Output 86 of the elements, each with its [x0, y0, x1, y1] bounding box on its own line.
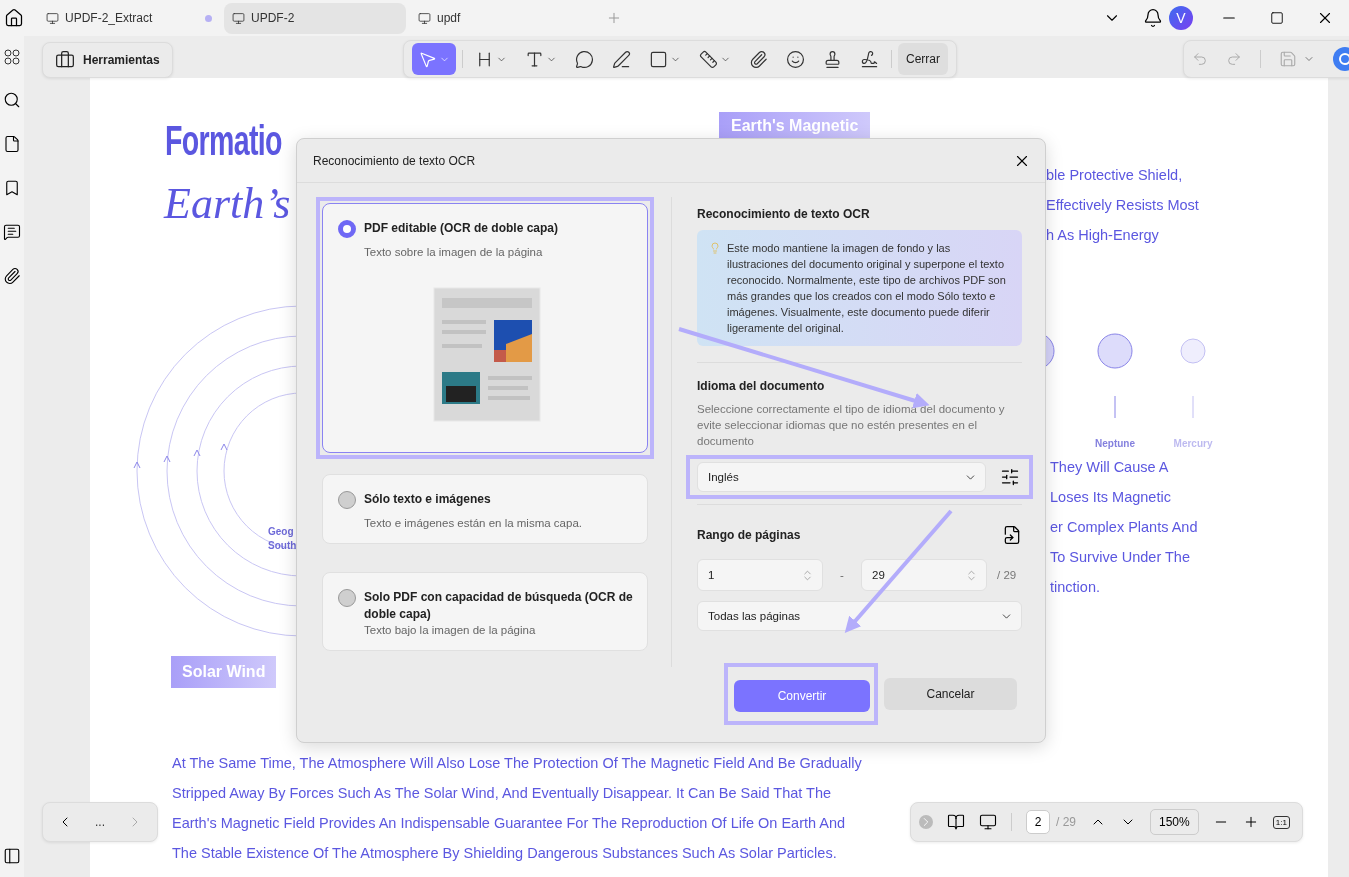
to-page-field[interactable]: 29	[861, 559, 987, 591]
body-text: er Complex Plants And	[1050, 518, 1198, 537]
document-tab[interactable]: updf	[410, 2, 592, 34]
section-heading: Rango de páginas	[697, 528, 801, 542]
body-text: tinction.	[1050, 578, 1100, 597]
option-title: Sólo texto e imágenes	[364, 491, 491, 508]
sticker-icon	[786, 49, 805, 69]
page-total: / 29	[997, 569, 1017, 581]
option-description: Texto e imágenes están en la misma capa.	[364, 517, 583, 529]
option-title: PDF editable (OCR de doble capa)	[364, 220, 559, 237]
settings-icon[interactable]	[1000, 467, 1020, 487]
document-tab[interactable]: UPDF-2_Extract	[38, 2, 220, 34]
comment-icon	[575, 49, 594, 69]
home-icon[interactable]	[4, 8, 24, 28]
body-text: h As High-Energy	[1046, 226, 1159, 245]
body-text: They Will Cause A	[1050, 458, 1169, 477]
ocr-option[interactable]: Sólo texto e imágenes Texto e imágenes están en la misma capa.	[322, 474, 648, 544]
bookmark-icon[interactable]	[3, 179, 21, 197]
option-description: Texto sobre la imagen de la página	[364, 246, 544, 258]
lightbulb-icon	[709, 242, 721, 254]
document-title: Formatio	[165, 118, 282, 164]
radio-button[interactable]	[338, 220, 356, 238]
signature-icon	[860, 49, 879, 69]
comment-icon[interactable]	[3, 223, 21, 241]
dialog-title: Reconocimiento de texto OCR	[313, 153, 476, 168]
monitor-icon	[418, 11, 431, 25]
ruler-icon	[699, 49, 718, 69]
section-tag: Earth's Magnetic	[719, 112, 871, 140]
section-heading: Idioma del documento	[697, 379, 826, 393]
body-text: Loses Its Magnetic	[1050, 488, 1171, 507]
language-select[interactable]: Inglés	[697, 462, 986, 492]
planet-label: Mercury	[1173, 438, 1213, 449]
ocr-option[interactable]: PDF editable (OCR de doble capa) Texto sobre la imagen de la página	[322, 203, 648, 453]
stepper-icon	[965, 568, 978, 582]
diagram-label: Geog	[268, 526, 294, 537]
planet-label: Neptune	[1095, 438, 1135, 449]
actual-size-button[interactable]: 1:1	[1272, 815, 1290, 829]
toolbox-icon	[55, 50, 75, 70]
paperclip-icon	[749, 49, 768, 69]
zoom-field[interactable]: 150%	[1150, 809, 1199, 835]
body-text: At The Same Time, The Atmosphere Will Also Lose The Protection Of The Magnetic Field And Be Gradually	[172, 754, 862, 773]
section-heading: Reconocimiento de texto OCR	[697, 207, 871, 221]
hint-text: Seleccione correctamente el tipo de idioma del documento y evite seleccionar idiomas que no estén presentes en el documento	[697, 402, 1006, 449]
document-tab[interactable]: UPDF-2	[224, 2, 406, 34]
bell-icon[interactable]	[1143, 8, 1163, 28]
stamp-icon	[823, 49, 842, 69]
rectangle-icon	[649, 49, 668, 69]
panel-icon[interactable]	[3, 847, 21, 865]
monitor-icon	[46, 11, 59, 25]
pen-icon	[612, 49, 631, 69]
grid-icon[interactable]	[4, 49, 20, 65]
convert-button[interactable]: Convertir	[734, 680, 870, 712]
user-avatar[interactable]: V	[1169, 6, 1193, 30]
body-text: Stripped Away By Forces Such As The Solar Wind, And Eventually Disappear. It Can Be Said That The	[172, 784, 832, 803]
book-icon[interactable]	[947, 813, 965, 831]
maximize-icon[interactable]	[1270, 11, 1284, 25]
body-text: ble Protective Shield,	[1046, 166, 1183, 185]
range-separator: -	[839, 569, 845, 581]
radio-button[interactable]	[338, 491, 356, 509]
cancel-button[interactable]: Cancelar	[884, 678, 1017, 710]
body-text: Effectively Resists Most	[1046, 196, 1199, 215]
page-total: / 29	[1056, 815, 1076, 829]
diagram-label: South	[268, 540, 297, 551]
option-title: Solo PDF con capacidad de búsqueda (OCR de doble capa)	[364, 589, 633, 623]
info-text: Este modo mantiene la imagen de fondo y las ilustraciones del documento original y superpone el texto reconocido. Normalmente, este tipo de archivos PDF son más grandes que los creados con el modo Sólo texto e imágenes. Visualmente, este documento puede diferir ligeramente del original.	[727, 241, 1007, 336]
paperclip-icon[interactable]	[3, 267, 21, 285]
search-icon[interactable]	[3, 91, 21, 109]
page-number-field[interactable]: 2	[1026, 810, 1050, 834]
close-tools-button[interactable]: Cerrar	[898, 43, 948, 75]
swap-page-icon[interactable]	[1002, 525, 1022, 545]
body-text: The Stable Existence Of The Atmosphere By Shielding Dangerous Substances Such As Solar Particles.	[172, 844, 837, 863]
ocr-option[interactable]: Solo PDF con capacidad de búsqueda (OCR de doble capa) Texto bajo la imagen de la página	[322, 572, 648, 651]
body-text: To Survive Under The	[1050, 548, 1190, 567]
monitor-icon	[232, 11, 245, 25]
radio-button[interactable]	[338, 589, 356, 607]
body-text: Earth's Magnetic Field Provides An Indispensable Guarantee For The Reproduction Of Life On Earth And	[172, 814, 846, 833]
stepper-icon	[801, 568, 814, 582]
document-subtitle: Earth’s	[162, 180, 292, 228]
section-tag: Solar Wind	[171, 656, 277, 688]
page-icon[interactable]	[3, 135, 21, 153]
from-page-field[interactable]: 1	[697, 559, 823, 591]
more-text[interactable]: ...	[95, 815, 105, 829]
option-description: Texto bajo la imagen de la página	[364, 624, 537, 636]
pointer-icon	[418, 49, 437, 69]
page-scope-select[interactable]: Todas las páginas	[697, 601, 1022, 631]
presentation-icon[interactable]	[979, 813, 997, 831]
